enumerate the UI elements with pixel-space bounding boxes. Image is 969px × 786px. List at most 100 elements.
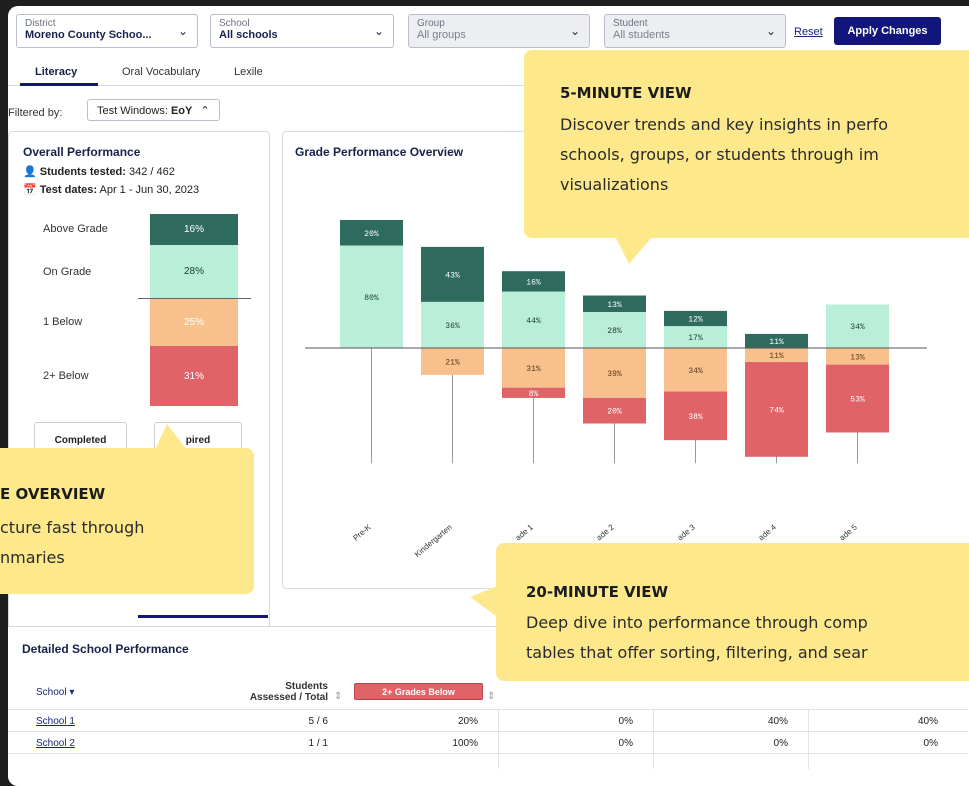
chip-prefix: Test Windows: (97, 105, 171, 117)
group-dropdown[interactable]: Group All groups ⌄ (408, 14, 590, 48)
tick-label: Kindergarten (413, 523, 454, 559)
bar-label: 36% (445, 322, 460, 331)
bar-label: 13% (850, 353, 865, 362)
tick-label: ade 4 (757, 522, 779, 542)
student-label: Student (613, 18, 648, 29)
school-value: All schools (219, 29, 278, 41)
school-dropdown[interactable]: School All schools ⌄ (210, 14, 394, 48)
overall-segment: 16% (150, 214, 238, 245)
district-value: Moreno County Schoo... (25, 29, 152, 41)
student-value: All students (613, 29, 670, 41)
reset-link[interactable]: Reset (794, 26, 823, 38)
tab-lexile[interactable]: Lexile (234, 66, 263, 78)
bar-label: 16% (526, 278, 541, 287)
tick-label: ade 1 (514, 522, 536, 542)
badge-2-plus-grades-below[interactable]: 2+ Grades Below (354, 683, 483, 700)
student-dropdown[interactable]: Student All students ⌄ (604, 14, 786, 48)
group-value: All groups (417, 29, 466, 41)
bar-label: 17% (688, 334, 703, 343)
overall-row-label: 1 Below (43, 316, 83, 329)
col-divider (498, 709, 499, 769)
school-link[interactable]: School 2 (36, 738, 75, 749)
table-title: Detailed School Performance (22, 642, 189, 656)
tab-oral-vocabulary[interactable]: Oral Vocabulary (122, 66, 200, 78)
bar-label: 80% (364, 294, 379, 303)
bar-label: 20% (607, 408, 622, 417)
sort-icon: ▾ (69, 687, 75, 698)
students-tested-value: 342 / 462 (129, 166, 175, 178)
one-below-cell: 0% (618, 738, 633, 749)
bar-label: 34% (850, 323, 865, 332)
twenty-minute-callout: 20-MINUTE VIEW Deep dive into performanc… (496, 543, 969, 681)
callout-tail (470, 585, 500, 619)
students-tested-label: Students tested: (39, 166, 126, 178)
col-students-line1: Students (285, 681, 328, 692)
bar-label: 20% (364, 230, 379, 239)
sort-icon[interactable]: ⇕ (334, 691, 342, 702)
person-icon: 👤 (23, 166, 37, 178)
overall-segment: 31% (150, 346, 238, 406)
district-dropdown[interactable]: District Moreno County Schoo... ⌄ (16, 14, 198, 48)
col-divider (653, 709, 654, 769)
bar-label: 12% (688, 316, 703, 325)
tick-label: ade 3 (676, 522, 698, 542)
test-dates-label: Test dates: (39, 184, 98, 196)
callout-title: 5-MINUTE VIEW (560, 84, 692, 102)
row-divider (8, 731, 968, 732)
chip-value: EoY (170, 105, 193, 117)
chevron-down-icon: ⌄ (373, 24, 384, 38)
callout-title: E OVERVIEW (0, 485, 106, 503)
grades-below-cell: 100% (452, 738, 478, 749)
bar-label: 31% (526, 365, 541, 374)
filtered-by-label: Filtered by: (8, 107, 63, 119)
bar-label: 53% (850, 396, 865, 405)
grades-below-cell: 20% (457, 716, 478, 727)
on-grade-cell: 40% (767, 716, 788, 727)
test-dates: 📅 Test dates: Apr 1 - Jun 30, 2023 (23, 183, 199, 196)
on-grade-cell: 0% (773, 738, 788, 749)
col-students-header[interactable]: Students Assessed / Total (228, 681, 328, 703)
test-windows-filter-chip[interactable]: Test Windows: EoY ⌃ (87, 99, 220, 121)
chevron-up-icon: ⌃ (200, 105, 210, 117)
active-tab-indicator (20, 83, 98, 86)
chevron-down-icon: ⌄ (569, 24, 580, 38)
apply-changes-button[interactable]: Apply Changes (834, 17, 941, 45)
bar-label: 11% (769, 338, 784, 347)
col-school-header[interactable]: School ▾ (36, 687, 74, 698)
callout-line: visualizations (560, 175, 669, 194)
callout-line: Deep dive into performance through comp (526, 613, 868, 632)
callout-line: schools, groups, or students through im (560, 145, 879, 164)
bar-label: 39% (607, 370, 622, 379)
overall-segment: 28% (150, 244, 238, 299)
school-link[interactable]: School 1 (36, 716, 75, 727)
overall-row-label: Above Grade (43, 223, 108, 236)
chevron-down-icon: ⌄ (765, 24, 776, 38)
tab-literacy[interactable]: Literacy (35, 66, 77, 78)
callout-title: 20-MINUTE VIEW (526, 583, 669, 601)
callout-line: Discover trends and key insights in perf… (560, 115, 889, 134)
one-below-cell: 0% (618, 716, 633, 727)
sort-icon[interactable]: ⇕ (487, 691, 495, 702)
row-divider (8, 709, 968, 710)
group-label: Group (417, 18, 445, 29)
assessed-cell: 1 / 1 (308, 738, 328, 749)
bar-label: 28% (607, 327, 622, 336)
col-divider (808, 709, 809, 769)
bar-label: 8% (529, 390, 539, 399)
school-label: School (219, 18, 250, 29)
above-grade-cell: 40% (917, 716, 938, 727)
callout-line: cture fast through (0, 518, 145, 537)
five-minute-callout: 5-MINUTE VIEW Discover trends and key in… (524, 50, 969, 238)
callout-tail (155, 424, 187, 450)
chevron-down-icon: ⌄ (177, 24, 188, 38)
calendar-icon: 📅 (23, 184, 37, 196)
bar-label: 74% (769, 406, 784, 415)
table-tab-indicator (138, 615, 268, 618)
tick-label: ade 2 (595, 522, 617, 542)
callout-line: tables that offer sorting, filtering, an… (526, 643, 868, 662)
bar-label: 44% (526, 317, 541, 326)
bar-label: 11% (769, 352, 784, 361)
overall-performance-title: Overall Performance (23, 145, 141, 159)
district-label: District (25, 18, 56, 29)
callout-line: nmaries (0, 548, 65, 567)
